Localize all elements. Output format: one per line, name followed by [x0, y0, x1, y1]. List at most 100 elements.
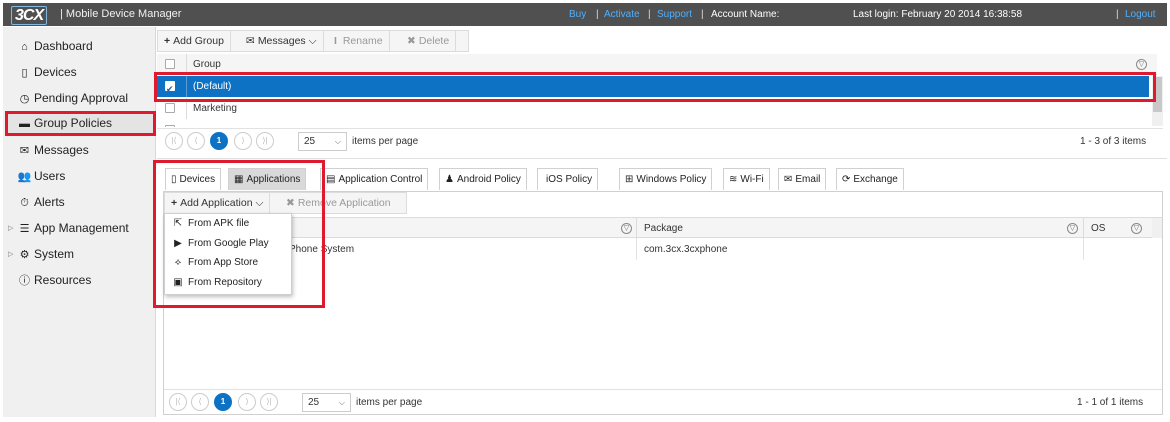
- first-page-button[interactable]: |⟨: [165, 132, 183, 150]
- column-divider: [186, 76, 187, 97]
- sidebar-item-dashboard[interactable]: ⌂ Dashboard: [3, 34, 156, 58]
- messages-dropdown-button[interactable]: ✉ Messages ⌵: [240, 31, 324, 51]
- add-application-menu: ⇱ From APK file ▶ From Google Play ⟡ From A…: [164, 213, 292, 295]
- home-icon: ⌂: [21, 41, 28, 53]
- sidebar-item-group-policies[interactable]: ▬ Group Policies: [5, 111, 156, 136]
- page-size-select[interactable]: 25 ⌵: [298, 132, 347, 151]
- close-icon: ✖: [407, 35, 416, 47]
- policy-tabs: ▯ Devices ▦ Applications ▤ Application Cont…: [165, 168, 1165, 191]
- package-column-header[interactable]: Package: [644, 223, 683, 234]
- current-page-button[interactable]: 1: [210, 132, 228, 150]
- row-checkbox[interactable]: [165, 125, 175, 127]
- table-row[interactable]: Marketing: [157, 98, 1149, 119]
- last-page-button[interactable]: ⟩|: [260, 393, 278, 411]
- tab-exchange[interactable]: ⟳ Exchange: [836, 168, 904, 190]
- rename-button[interactable]: I Rename: [328, 31, 390, 51]
- stopwatch-icon: ⏱: [20, 197, 29, 209]
- prev-page-button[interactable]: ⟨: [191, 393, 209, 411]
- logout-link[interactable]: Logout: [1125, 9, 1156, 20]
- add-application-button[interactable]: + Add Application ⌵: [165, 193, 271, 213]
- table-row[interactable]: (Default): [157, 76, 1149, 100]
- main-content: + Add Group ✉ Messages ⌵ I Rename ✖ Delete …: [153, 27, 1167, 417]
- delete-button[interactable]: ✖ Delete: [401, 31, 457, 51]
- sync-icon: ⟳: [842, 174, 851, 185]
- group-name-cell: (Default): [193, 81, 232, 92]
- grid-icon: ▤: [326, 174, 336, 185]
- header-separator: |: [648, 9, 651, 20]
- play-icon: ▶: [174, 238, 182, 249]
- page-size-select[interactable]: 25 ⌵: [302, 393, 351, 412]
- items-per-page-label: items per page: [352, 136, 419, 147]
- tab-application-control[interactable]: ▤ Application Control: [320, 168, 429, 190]
- app-logo: 3CX: [11, 6, 48, 25]
- row-checkbox[interactable]: [165, 103, 175, 113]
- applications-grid-header: ▽ Package ▽ OS ▽: [164, 217, 1162, 239]
- sidebar-item-messages[interactable]: ✉ Messages: [3, 138, 156, 162]
- os-column-header[interactable]: OS: [1091, 223, 1105, 234]
- last-login-text: Last login: February 20 2014 16:38:58: [853, 9, 1023, 20]
- select-all-checkbox[interactable]: [165, 59, 175, 69]
- phone-icon: ▯: [171, 174, 177, 185]
- sidebar-item-devices[interactable]: ▯ Devices: [3, 60, 156, 84]
- tab-email[interactable]: ✉ Email: [778, 168, 827, 190]
- info-icon: ⓘ: [19, 275, 30, 287]
- tab-android-policy[interactable]: ♟ Android Policy: [439, 168, 527, 190]
- next-page-button[interactable]: ⟩: [234, 132, 252, 150]
- sidebar-item-app-management[interactable]: ☰ App Management: [3, 216, 156, 240]
- menu-item-from-google-play[interactable]: ▶ From Google Play: [165, 234, 292, 254]
- groups-scrollbar[interactable]: [1152, 76, 1163, 126]
- applications-pager-summary: 1 - 1 of 1 items: [1077, 397, 1144, 408]
- filter-icon[interactable]: ▽: [1067, 223, 1078, 234]
- prev-page-button[interactable]: ⟨: [187, 132, 205, 150]
- close-icon: ✖: [286, 197, 295, 209]
- remove-application-button[interactable]: ✖ Remove Application: [280, 193, 397, 213]
- envelope-icon: ✉: [246, 35, 255, 47]
- row-checkbox[interactable]: [165, 79, 175, 100]
- table-row[interactable]: [157, 120, 1149, 127]
- chevron-down-icon: ⌵: [255, 197, 264, 209]
- tab-wifi[interactable]: ≋ Wi-Fi: [723, 168, 770, 190]
- buy-link[interactable]: Buy: [569, 9, 586, 20]
- activate-link[interactable]: Activate: [604, 9, 640, 20]
- tab-windows-policy[interactable]: ⊞ Windows Policy: [619, 168, 713, 190]
- folder-icon: ▬: [19, 118, 30, 130]
- sidebar-item-resources[interactable]: ⓘ Resources: [3, 268, 156, 292]
- monitor-icon: ▦: [234, 174, 244, 185]
- table-row[interactable]: Phone System com.3cx.3cxphone: [164, 239, 1151, 260]
- sidebar-item-alerts[interactable]: ⏱ Alerts: [3, 190, 156, 214]
- header-separator: |: [1116, 9, 1119, 20]
- tab-ios-policy[interactable]: iOS Policy: [537, 168, 599, 190]
- phone-icon: ▯: [21, 67, 28, 79]
- support-link[interactable]: Support: [657, 9, 692, 20]
- first-page-button[interactable]: |⟨: [169, 393, 187, 411]
- next-page-button[interactable]: ⟩: [238, 393, 256, 411]
- envelope-icon: ✉: [784, 174, 793, 185]
- groups-grid-header: Group ▽: [157, 54, 1157, 75]
- add-group-button[interactable]: + Add Group: [158, 31, 231, 51]
- current-page-button[interactable]: 1: [214, 393, 232, 411]
- chevron-down-icon: ⌵: [308, 35, 317, 47]
- sidebar-item-pending-approval[interactable]: ◷ Pending Approval: [3, 86, 156, 110]
- column-divider: [1083, 218, 1084, 239]
- sidebar-item-system[interactable]: ⚙ System: [3, 242, 156, 266]
- sidebar-item-users[interactable]: 👥 Users: [3, 164, 156, 188]
- menu-item-from-apk-file[interactable]: ⇱ From APK file: [165, 214, 292, 234]
- tab-devices[interactable]: ▯ Devices: [165, 168, 222, 190]
- package-cell: com.3cx.3cxphone: [644, 244, 728, 255]
- groups-pager-summary: 1 - 3 of 3 items: [1080, 136, 1147, 147]
- group-column-header[interactable]: Group: [193, 59, 221, 70]
- last-page-button[interactable]: ⟩|: [256, 132, 274, 150]
- scrollbar-thumb[interactable]: [1153, 77, 1162, 112]
- envelope-icon: ✉: [19, 145, 30, 157]
- plus-icon: +: [164, 35, 171, 47]
- tab-applications[interactable]: ▦ Applications: [228, 168, 307, 190]
- applications-scrollbar[interactable]: [1152, 218, 1162, 238]
- server-icon: ☰: [19, 223, 30, 235]
- menu-item-from-app-store[interactable]: ⟡ From App Store: [165, 253, 292, 273]
- menu-item-from-repository[interactable]: ▣ From Repository: [165, 273, 292, 293]
- chevron-down-icon: ⌵: [334, 137, 341, 146]
- repository-icon: ▣: [173, 277, 183, 288]
- filter-icon[interactable]: ▽: [1131, 223, 1142, 234]
- filter-icon[interactable]: ▽: [1136, 59, 1147, 70]
- filter-icon[interactable]: ▽: [621, 223, 632, 234]
